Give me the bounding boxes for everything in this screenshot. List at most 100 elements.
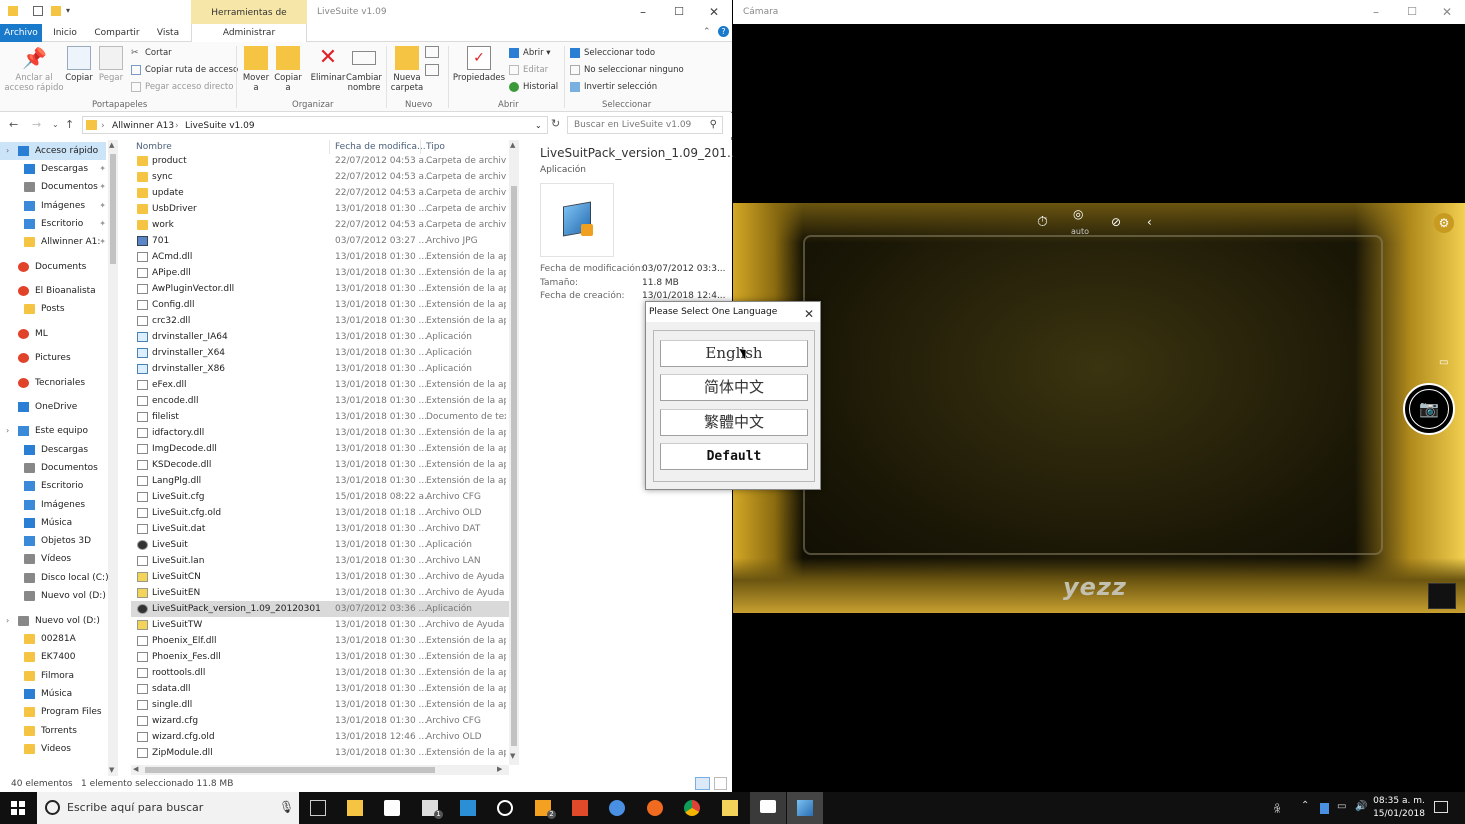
breadcrumb-allwinner[interactable]: Allwinner A13 — [112, 121, 174, 131]
video-mode-icon[interactable]: ▭ — [1439, 357, 1448, 368]
delete-button[interactable]: ✕ Eliminar — [310, 46, 346, 84]
scroll-up-icon[interactable]: ▲ — [109, 141, 114, 149]
minimize-button[interactable]: – — [636, 5, 650, 19]
hdr-icon[interactable]: ⊘ — [1111, 215, 1121, 229]
clock-time[interactable]: 08:35 a. m. — [1372, 796, 1426, 806]
nav-item[interactable]: OneDrive — [0, 398, 106, 416]
file-row[interactable]: APipe.dll 13/01/2018 01:30 ... Extensión d… — [131, 265, 509, 281]
chrome-icon[interactable] — [684, 800, 700, 816]
nav-item[interactable]: Disco local (C:) — [0, 569, 109, 587]
file-row[interactable]: drvinstaller_X86 13/01/2018 01:30 ... Apli… — [131, 361, 509, 377]
nav-item[interactable]: Vídeos — [0, 550, 106, 568]
nav-item[interactable]: Tecnoriales — [0, 374, 106, 392]
forward-arrow-icon[interactable]: → — [32, 118, 41, 131]
action-center-icon[interactable] — [1434, 801, 1448, 813]
file-row[interactable]: LiveSuit.dat 13/01/2018 01:30 ... Archivo … — [131, 521, 509, 537]
last-photo-thumbnail[interactable] — [1428, 583, 1456, 609]
file-row[interactable]: LangPlg.dll 13/01/2018 01:30 ... Extensión… — [131, 473, 509, 489]
sticky-notes-icon[interactable] — [722, 800, 738, 816]
nav-item[interactable]: Imágenes — [0, 496, 106, 514]
windows-start-icon[interactable] — [11, 801, 25, 815]
file-row[interactable]: KSDecode.dll 13/01/2018 01:30 ... Extensió… — [131, 457, 509, 473]
paste-button[interactable]: Pegar — [97, 46, 125, 83]
file-row[interactable]: filelist 13/01/2018 01:30 ... Documento de… — [131, 409, 509, 425]
collapse-chevron-icon[interactable]: ‹ — [1147, 215, 1152, 229]
file-row[interactable]: drvinstaller_IA64 13/01/2018 01:30 ... Apl… — [131, 329, 509, 345]
tab-inicio[interactable]: Inicio — [48, 24, 82, 42]
up-arrow-icon[interactable]: ↑ — [65, 118, 74, 131]
properties-icon[interactable] — [33, 6, 43, 16]
tab-compartir[interactable]: Compartir — [92, 24, 142, 42]
language-english-button[interactable]: English — [660, 340, 808, 367]
camera-close-button[interactable]: ✕ — [1440, 5, 1454, 19]
pin-quick-access-button[interactable]: 📌 Anclar al acceso rápido — [4, 46, 64, 93]
file-row[interactable]: AwPluginVector.dll 13/01/2018 01:30 ... Ex… — [131, 281, 509, 297]
new-folder-icon[interactable] — [51, 6, 61, 16]
nav-item[interactable]: Torrents — [0, 722, 106, 740]
store-icon[interactable] — [384, 800, 400, 816]
horizontal-scrollbar[interactable]: ◀ ▶ — [131, 765, 509, 775]
expand-chevron-icon[interactable]: › — [6, 612, 9, 630]
file-row[interactable]: wizard.cfg 13/01/2018 01:30 ... Archivo CF… — [131, 713, 509, 729]
select-all-button[interactable]: Seleccionar todo — [570, 46, 655, 60]
file-row[interactable]: product 22/07/2012 04:53 a... Carpeta de a… — [131, 153, 509, 169]
scroll-down-icon[interactable]: ▼ — [510, 752, 515, 760]
select-none-button[interactable]: No seleccionar ninguno — [570, 63, 684, 77]
timer-icon[interactable]: ⏱ — [1037, 214, 1048, 230]
nav-item[interactable]: Documents — [0, 258, 106, 276]
nav-item[interactable]: ML — [0, 325, 106, 343]
camera-minimize-button[interactable]: – — [1369, 5, 1383, 19]
move-to-button[interactable]: Mover a — [240, 46, 272, 93]
search-icon[interactable]: ⚲ — [710, 119, 717, 130]
file-row[interactable]: crc32.dll 13/01/2018 01:30 ... Extensión d… — [131, 313, 509, 329]
firefox-icon[interactable] — [647, 800, 663, 816]
copy-button[interactable]: Copiar — [64, 46, 94, 83]
ribbon-collapse-icon[interactable]: ⌃ — [703, 27, 711, 37]
language-simplified-chinese-button[interactable]: 简体中文 — [660, 374, 808, 401]
back-arrow-icon[interactable]: ← — [9, 118, 18, 131]
recent-dropdown-icon[interactable]: ⌄ — [52, 120, 59, 129]
scroll-down-icon[interactable]: ▼ — [109, 766, 114, 774]
refresh-icon[interactable]: ↻ — [551, 117, 560, 130]
camtasia-icon[interactable] — [572, 800, 588, 816]
tray-expand-icon[interactable]: ⌃ — [1301, 800, 1309, 811]
paste-shortcut-button[interactable]: Pegar acceso directo — [131, 80, 233, 94]
search-input[interactable]: Buscar en LiveSuite v1.09 ⚲ — [567, 116, 723, 134]
new-folder-button[interactable]: Nueva carpeta — [390, 46, 424, 93]
file-row[interactable]: LiveSuitCN 13/01/2018 01:30 ... Archivo de… — [131, 569, 509, 585]
livesuit-taskbar-selected[interactable] — [787, 792, 823, 824]
file-row[interactable]: LiveSuit.lan 13/01/2018 01:30 ... Archivo … — [131, 553, 509, 569]
copy-to-button[interactable]: Copiar a — [273, 46, 303, 93]
file-row[interactable]: drvinstaller_X64 13/01/2018 01:30 ... Apli… — [131, 345, 509, 361]
new-item-icon[interactable] — [425, 46, 439, 58]
file-row[interactable]: LiveSuit 13/01/2018 01:30 ... Aplicación — [131, 537, 509, 553]
tab-archivo[interactable]: Archivo — [0, 24, 42, 42]
file-row[interactable]: single.dll 13/01/2018 01:30 ... Extensión … — [131, 697, 509, 713]
file-row[interactable]: work 22/07/2012 04:53 a... Carpeta de arch… — [131, 217, 509, 233]
help-icon[interactable]: ? — [718, 26, 729, 37]
scroll-right-icon[interactable]: ▶ — [497, 765, 502, 773]
nav-item[interactable]: El Bioanalista — [0, 282, 106, 300]
scroll-thumb[interactable] — [110, 154, 116, 264]
filelist-scrollbar[interactable]: ▲ ▼ — [509, 140, 519, 765]
file-row[interactable]: LiveSuitPack_version_1.09_20120301 03/07/… — [131, 601, 509, 617]
scroll-thumb[interactable] — [511, 186, 517, 746]
groove-icon[interactable] — [497, 800, 513, 816]
dialog-close-icon[interactable]: ✕ — [804, 304, 814, 324]
file-row[interactable]: LiveSuitTW 13/01/2018 01:30 ... Archivo de… — [131, 617, 509, 633]
tray-app-icon[interactable] — [1320, 803, 1329, 814]
taskbar-search-box[interactable]: Escribe aquí para buscar 🎙 — [37, 792, 299, 824]
history-button[interactable]: Historial — [509, 80, 558, 94]
nav-item[interactable]: Program Files — [0, 703, 106, 721]
copy-path-button[interactable]: Copiar ruta de acceso — [131, 63, 238, 77]
language-default-button[interactable]: Default — [660, 443, 808, 470]
nav-item[interactable]: Imágenes ✦ — [0, 197, 106, 215]
file-row[interactable]: LiveSuit.cfg 15/01/2018 08:22 a... Archivo… — [131, 489, 509, 505]
nav-item[interactable]: Escritorio ✦ — [0, 215, 106, 233]
nav-item[interactable]: EK7400 — [0, 648, 106, 666]
quick-access-dropdown-icon[interactable]: ▾ — [66, 6, 70, 15]
file-row[interactable]: roottools.dll 13/01/2018 01:30 ... Extensi… — [131, 665, 509, 681]
scroll-thumb[interactable] — [145, 767, 435, 773]
file-row[interactable]: UsbDriver 13/01/2018 01:30 ... Carpeta de … — [131, 201, 509, 217]
camera-maximize-button[interactable]: ☐ — [1405, 5, 1419, 19]
